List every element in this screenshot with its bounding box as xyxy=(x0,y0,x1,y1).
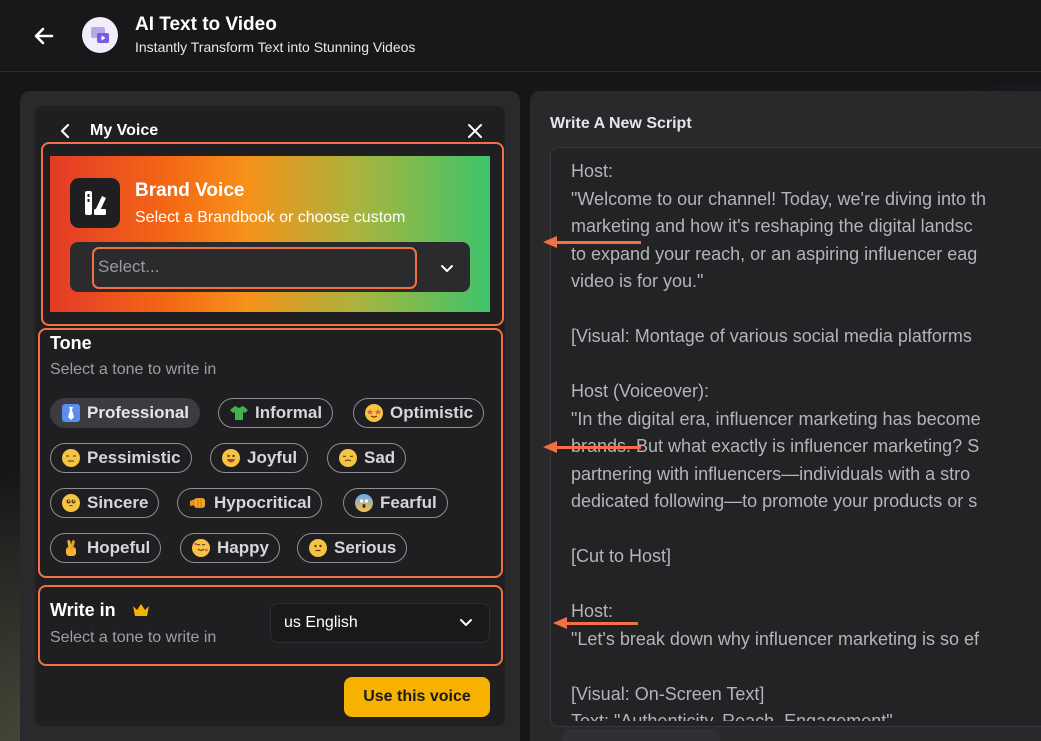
script-line xyxy=(571,351,1041,379)
annotation-arrow-icon xyxy=(543,441,641,453)
script-line xyxy=(571,653,1041,681)
annotation-box-write-in xyxy=(38,585,503,666)
script-line: dedicated following—to promote your prod… xyxy=(571,491,978,511)
script-text: Host: "Welcome to our channel! Today, we'… xyxy=(571,158,1041,721)
script-line: "Let's break down why influencer marketi… xyxy=(571,628,980,649)
annotation-arrow-icon xyxy=(543,236,641,248)
script-line: partnering with influencers—individuals … xyxy=(571,463,971,484)
script-line: Host: xyxy=(571,601,614,621)
back-arrow-icon[interactable] xyxy=(30,22,58,50)
script-line: "Welcome to our channel! Today, we're di… xyxy=(571,188,987,209)
script-label: Write A New Script xyxy=(550,115,692,132)
script-footer-bar xyxy=(562,729,720,741)
app-header xyxy=(0,0,1041,72)
chevron-left-icon[interactable] xyxy=(58,122,74,140)
script-line: Text: "Authenticity, Reach, Engagement" xyxy=(571,711,893,721)
script-line: video is for you." xyxy=(571,271,704,291)
video-ai-logo-icon xyxy=(82,17,118,53)
script-line: [Visual: Montage of various social media… xyxy=(571,326,972,346)
chevron-down-icon[interactable] xyxy=(438,259,456,277)
script-line: brands. But what exactly is influencer m… xyxy=(571,436,980,456)
script-line xyxy=(571,296,1041,324)
annotation-box-tone xyxy=(38,328,503,578)
script-line: [Cut to Host] xyxy=(571,546,672,566)
script-line: "In the digital era, influencer marketin… xyxy=(571,408,981,429)
brandbook-select-placeholder: Select... xyxy=(98,257,160,276)
script-line: Host (Voiceover): xyxy=(571,381,710,401)
my-voice-title: My Voice xyxy=(90,122,159,139)
app-subtitle: Instantly Transform Text into Stunning V… xyxy=(135,39,416,55)
script-line: Host: xyxy=(571,161,614,181)
use-this-voice-button[interactable]: Use this voice xyxy=(344,677,490,717)
script-line: [Visual: On-Screen Text] xyxy=(571,683,765,704)
close-icon[interactable] xyxy=(466,122,484,140)
app-title: AI Text to Video xyxy=(135,14,277,35)
script-line xyxy=(571,516,1041,544)
script-line: to expand your reach, or an aspiring inf… xyxy=(571,243,978,264)
script-line xyxy=(571,571,1041,599)
annotation-arrow-icon xyxy=(553,617,638,629)
script-line: marketing and how it's reshaping the dig… xyxy=(571,216,973,236)
annotation-box-brand-voice xyxy=(41,142,504,326)
